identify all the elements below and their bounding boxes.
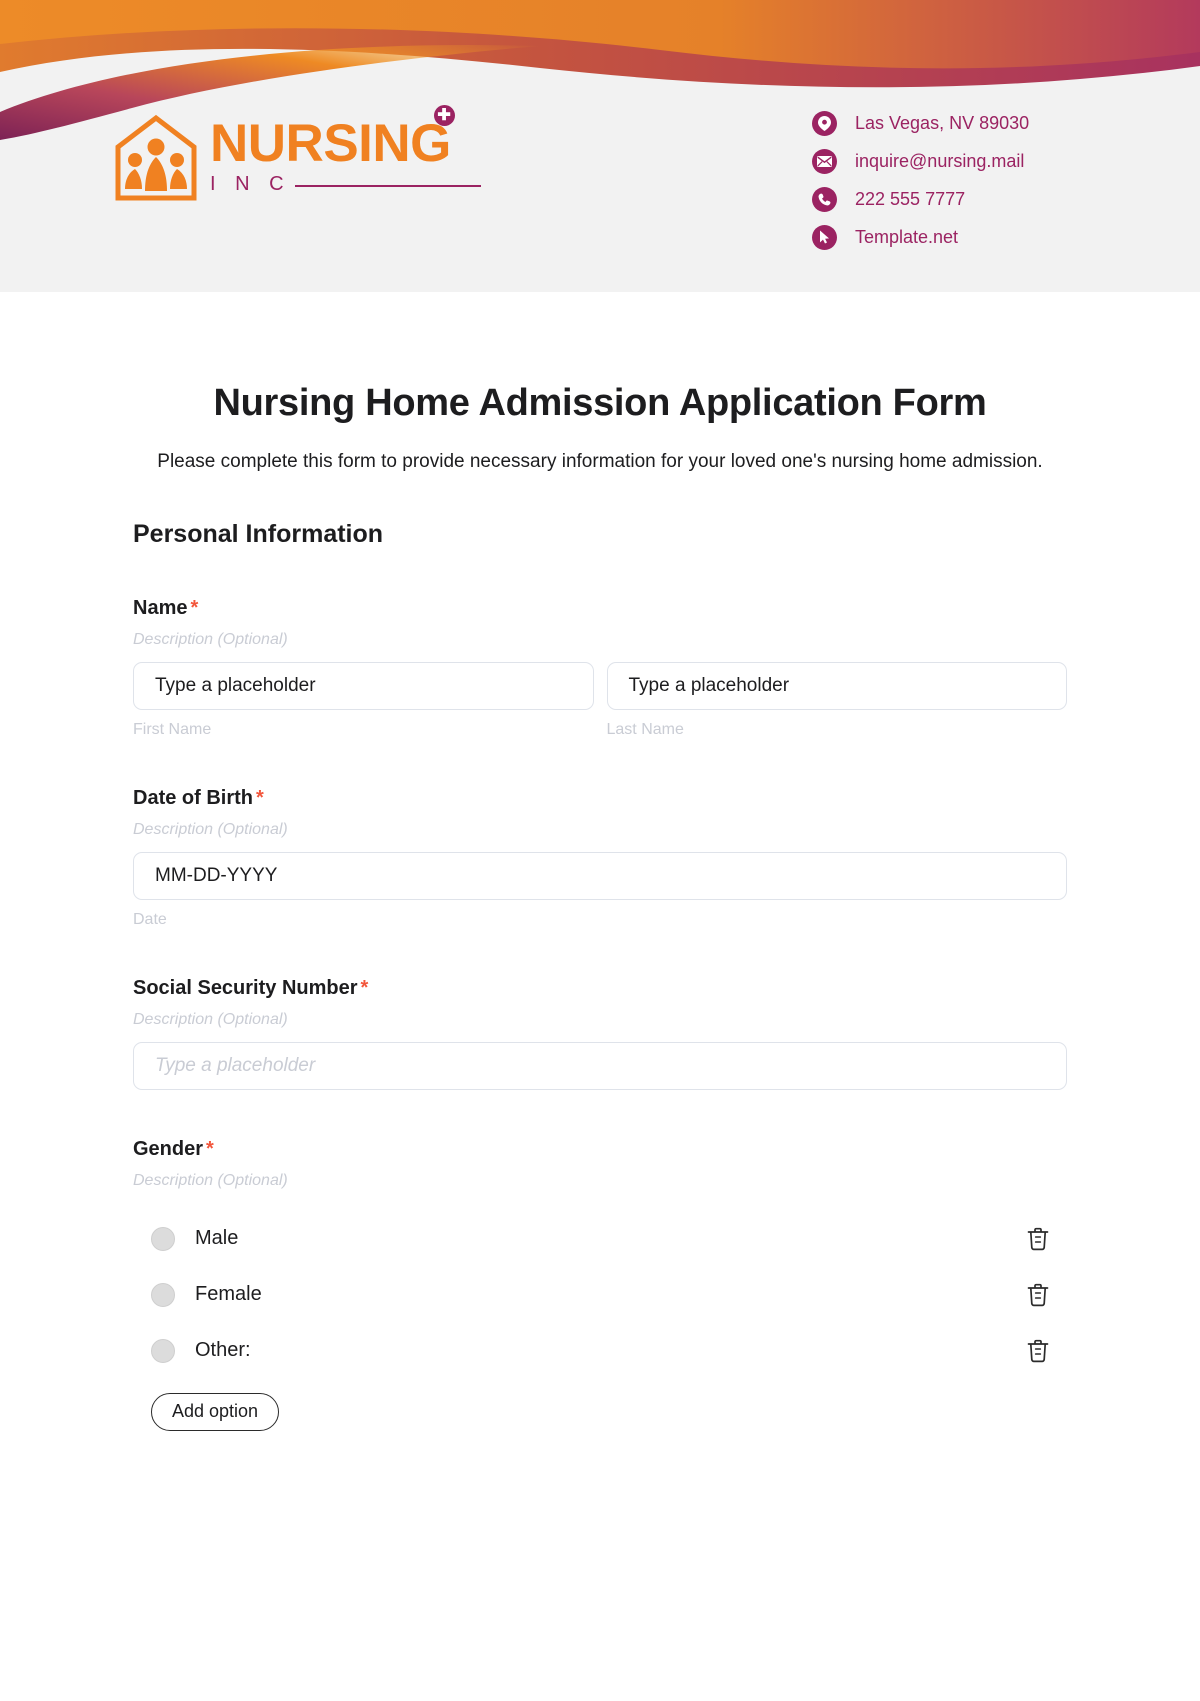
gender-option-row[interactable]: Other: [133, 1323, 1067, 1379]
cross-glyph: ✚ [437, 106, 451, 124]
radio-button-other[interactable] [151, 1338, 175, 1363]
envelope-icon [812, 148, 837, 174]
logo-rule [294, 184, 481, 187]
add-option-button[interactable]: Add option [151, 1392, 280, 1431]
field-label-gender-text: Gender [133, 1137, 204, 1160]
delete-option-female-trash-icon[interactable] [1025, 1282, 1051, 1308]
last-name-sublabel: Last Name [606, 720, 684, 738]
contact-phone-text: 222 555 7777 [855, 188, 966, 209]
field-description-dob: Description (Optional) [133, 820, 288, 838]
field-name: Name * Description (Optional) Type a plac… [133, 597, 1067, 739]
field-description-gender: Description (Optional) [133, 1171, 288, 1189]
field-gender: Gender * Description (Optional) Male Fem… [133, 1138, 1067, 1431]
required-asterisk: * [256, 786, 264, 809]
gender-option-label: Other: [195, 1339, 251, 1362]
date-of-birth-input[interactable]: MM-DD-YYYY [133, 851, 1067, 900]
gender-options-list: Male Female Other: Add option [133, 1211, 1067, 1431]
gender-option-row[interactable]: Female [133, 1267, 1067, 1323]
gender-option-label: Female [195, 1283, 262, 1306]
contact-address-text: Las Vegas, NV 89030 [855, 112, 1030, 133]
logo-subtext: I N C [210, 172, 291, 195]
field-label-gender: Gender * [133, 1138, 1067, 1161]
required-asterisk: * [206, 1137, 214, 1160]
logo-wordmark: NURSING [210, 114, 451, 173]
form-page: Nursing Home Admission Application Form … [0, 382, 1200, 1431]
section-heading-personal-information: Personal Information [133, 519, 384, 548]
required-asterisk: * [360, 976, 369, 999]
contact-row-phone: 222 555 7777 [812, 180, 1029, 218]
radio-button-male[interactable] [151, 1226, 175, 1251]
radio-button-female[interactable] [151, 1282, 175, 1307]
contact-row-email: inquire@nursing.mail [812, 142, 1029, 180]
field-label-name-text: Name [133, 596, 188, 619]
gender-option-label: Male [195, 1227, 239, 1250]
phone-icon [812, 186, 837, 212]
field-date-of-birth: Date of Birth * Description (Optional) MM… [133, 787, 1067, 929]
delete-option-other-trash-icon[interactable] [1025, 1338, 1051, 1364]
field-label-dob-text: Date of Birth [133, 786, 253, 809]
nursing-house-logo-icon [115, 114, 197, 201]
required-asterisk: * [190, 596, 199, 619]
field-social-security-number: Social Security Number * Description (Opt… [133, 977, 1067, 1090]
last-name-input[interactable]: Type a placeholder [606, 661, 1067, 710]
ssn-input[interactable]: Type a placeholder [133, 1041, 1067, 1090]
contact-email-text: inquire@nursing.mail [855, 150, 1025, 171]
field-label-ssn: Social Security Number * [133, 977, 1067, 1000]
page-subtitle: Please complete this form to provide nec… [157, 451, 1043, 472]
page-header: ✚ NURSING I N C Las Vegas, NV 89030 inqu… [0, 0, 1200, 292]
medical-cross-icon: ✚ [433, 105, 455, 126]
contact-row-website: Template.net [812, 218, 1029, 256]
first-name-sublabel: First Name [133, 720, 212, 738]
contact-website-text: Template.net [855, 226, 959, 247]
location-pin-icon [812, 110, 837, 136]
first-name-input[interactable]: Type a placeholder [133, 661, 594, 710]
field-label-ssn-text: Social Security Number [133, 976, 358, 999]
contact-info-list: Las Vegas, NV 89030 inquire@nursing.mail [812, 104, 1029, 256]
contact-row-address: Las Vegas, NV 89030 [812, 104, 1029, 142]
gender-option-row[interactable]: Male [133, 1211, 1067, 1267]
field-label-date-of-birth: Date of Birth * [133, 787, 1067, 810]
date-of-birth-sublabel: Date [133, 910, 167, 928]
cursor-arrow-icon [812, 224, 837, 250]
field-description-name: Description (Optional) [133, 630, 288, 648]
brand-logo: ✚ NURSING I N C [112, 105, 481, 203]
page-title: Nursing Home Admission Application Form [213, 382, 987, 424]
field-description-ssn: Description (Optional) [133, 1010, 288, 1028]
delete-option-male-trash-icon[interactable] [1025, 1226, 1051, 1252]
field-label-name: Name * [133, 597, 1067, 620]
